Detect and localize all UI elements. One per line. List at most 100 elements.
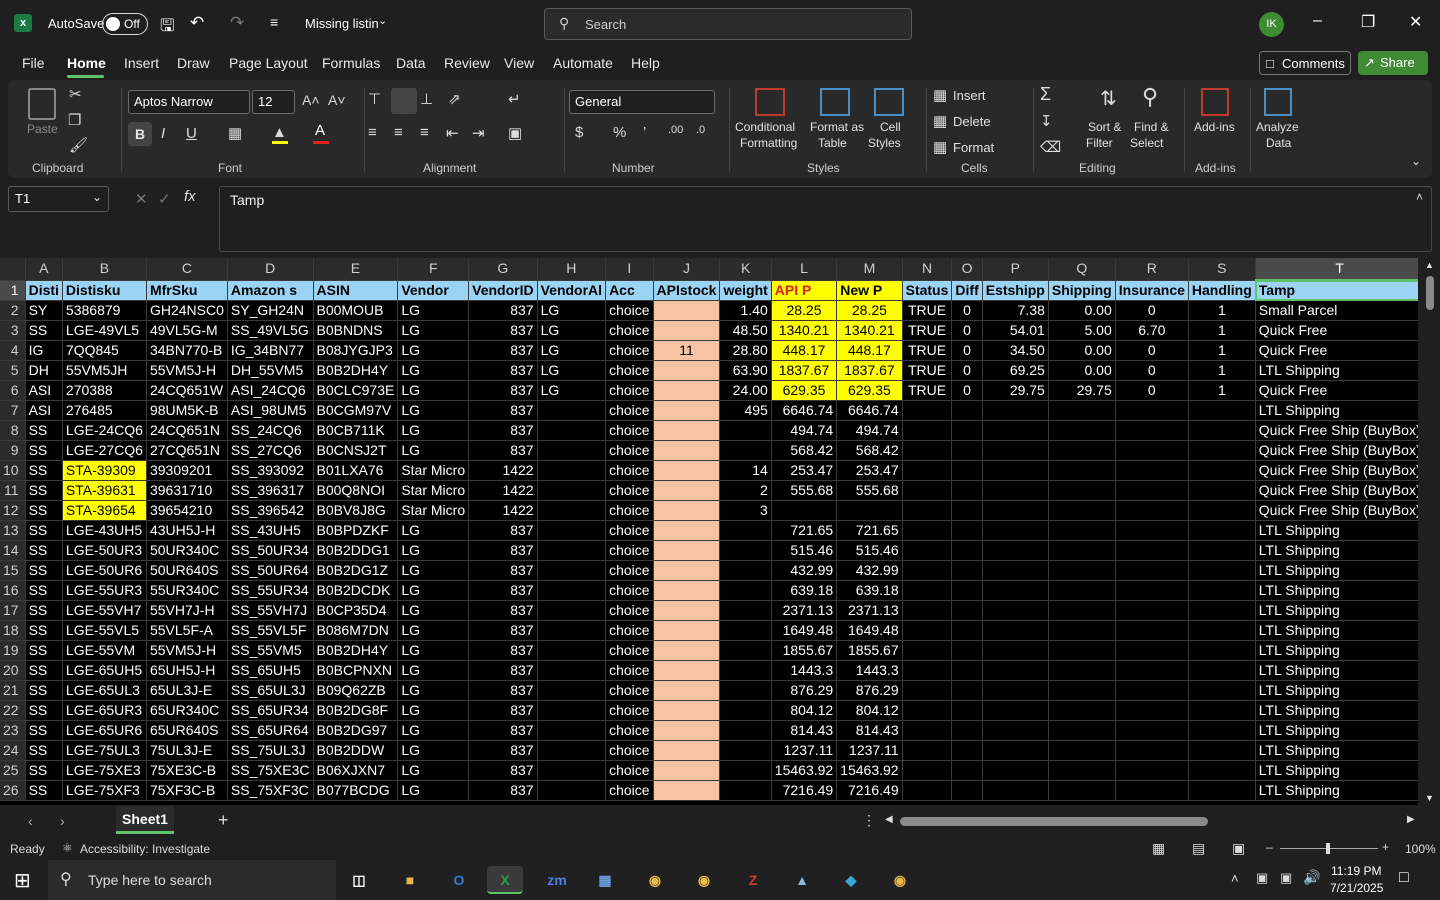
cell-styles-label[interactable]: Cell [880,120,901,134]
cell-r20[interactable] [1115,660,1189,681]
cell-m11[interactable]: 555.68 [836,480,903,501]
cell-g6[interactable]: 837 [468,380,538,401]
cell-p10[interactable] [982,460,1049,481]
cell-r23[interactable] [1115,720,1189,741]
cell-a25[interactable]: SS [25,760,63,781]
cell-e22[interactable]: B0B2DG8F [313,700,399,721]
cell-e16[interactable]: B0B2DCDK [313,580,399,601]
header-cell-b[interactable]: Distisku [62,280,147,301]
wrap-text-icon[interactable]: ↵ [508,90,521,108]
cell-h11[interactable] [537,480,607,501]
cell-n3[interactable]: TRUE [902,320,953,341]
cell-f13[interactable]: LG [397,520,470,541]
find-select-label-2[interactable]: Select [1130,136,1163,150]
cell-h4[interactable]: LG [537,340,607,361]
cell-c22[interactable]: 65UR340C [146,700,228,721]
cell-j2[interactable] [653,300,721,321]
cell-g14[interactable]: 837 [468,540,538,561]
cell-h7[interactable] [537,400,607,421]
cell-c9[interactable]: 27CQ651N [146,440,228,461]
cell-t23[interactable]: LTL Shipping [1255,720,1418,741]
cell-c17[interactable]: 55VH7J-H [146,600,228,621]
cell-e24[interactable]: B0B2DDW [313,740,399,761]
cell-l22[interactable]: 804.12 [771,700,838,721]
row-header-18[interactable]: 18 [0,620,26,641]
cell-s10[interactable] [1188,460,1256,481]
cell-b4[interactable]: 7QQ845 [62,340,147,361]
cell-s20[interactable] [1188,660,1256,681]
cell-h14[interactable] [537,540,607,561]
row-header-14[interactable]: 14 [0,540,26,561]
normal-view-icon[interactable]: ▦ [1152,840,1165,857]
sheet-tab-sheet1[interactable]: Sheet1 [116,806,174,834]
cell-p8[interactable] [982,420,1049,441]
cell-a7[interactable]: ASI [25,400,63,421]
cell-c6[interactable]: 24CQ651W [146,380,228,401]
cell-m3[interactable]: 1340.21 [836,320,903,341]
cell-i22[interactable]: choice [605,700,654,721]
row-header-15[interactable]: 15 [0,560,26,581]
cell-k26[interactable] [719,780,772,801]
analyze-data-label-2[interactable]: Data [1266,136,1291,150]
align-top-icon[interactable]: ⊤ [368,90,381,108]
cell-e2[interactable]: B00MOUB [313,300,399,321]
cell-e3[interactable]: B0BNDNS [313,320,399,341]
cell-i8[interactable]: choice [605,420,654,441]
cell-r13[interactable] [1115,520,1189,541]
cell-q21[interactable] [1048,680,1116,701]
cell-k3[interactable]: 48.50 [719,320,772,341]
expand-formula-bar-icon[interactable]: ˄ [1416,190,1423,204]
file-explorer-icon[interactable]: ■ [392,866,428,894]
header-cell-e[interactable]: ASIN [313,280,399,301]
cell-b17[interactable]: LGE-55VH7 [62,600,147,621]
cell-l8[interactable]: 494.74 [771,420,838,441]
cell-t25[interactable]: LTL Shipping [1255,760,1418,781]
cell-o10[interactable] [951,460,983,481]
cell-c16[interactable]: 55UR340C [146,580,228,601]
cell-g4[interactable]: 837 [468,340,538,361]
menu-file[interactable]: File [22,55,45,71]
cell-i25[interactable]: choice [605,760,654,781]
cell-p22[interactable] [982,700,1049,721]
cell-a10[interactable]: SS [25,460,63,481]
row-header-21[interactable]: 21 [0,680,26,701]
cell-i24[interactable]: choice [605,740,654,761]
decrease-decimal-icon[interactable]: .0 [696,124,705,136]
align-left-icon[interactable]: ≡ [368,124,377,141]
cell-f19[interactable]: LG [397,640,470,661]
cell-d2[interactable]: SY_GH24N [227,300,314,321]
cell-j23[interactable] [653,720,721,741]
cell-t18[interactable]: LTL Shipping [1255,620,1418,641]
add-sheet-icon[interactable]: + [218,810,229,831]
cell-o7[interactable] [951,400,983,421]
cell-s7[interactable] [1188,400,1256,421]
cell-p25[interactable] [982,760,1049,781]
cell-a24[interactable]: SS [25,740,63,761]
cell-s9[interactable] [1188,440,1256,461]
cell-m18[interactable]: 1649.48 [836,620,903,641]
cell-t9[interactable]: Quick Free Ship (BuyBox) [1255,440,1418,461]
cell-e14[interactable]: B0B2DDG1 [313,540,399,561]
cell-r14[interactable] [1115,540,1189,561]
sort-filter-icon[interactable]: ⇅ [1100,86,1117,111]
cell-c21[interactable]: 65UL3J-E [146,680,228,701]
cell-t26[interactable]: LTL Shipping [1255,780,1418,801]
cell-h16[interactable] [537,580,607,601]
cell-e15[interactable]: B0B2DG1Z [313,560,399,581]
header-cell-j[interactable]: APIstock [653,280,721,301]
header-cell-d[interactable]: Amazon s [227,280,314,301]
task-view-icon[interactable]: ◫ [341,866,377,894]
cell-l23[interactable]: 814.43 [771,720,838,741]
accessibility-status[interactable]: Accessibility: Investigate [80,842,210,856]
cell-q16[interactable] [1048,580,1116,601]
column-header-a[interactable]: A [25,258,63,281]
cell-e25[interactable]: B06XJXN7 [313,760,399,781]
cell-d15[interactable]: SS_50UR64 [227,560,314,581]
cell-d11[interactable]: SS_396317 [227,480,314,501]
cell-s5[interactable]: 1 [1188,360,1256,381]
cell-l26[interactable]: 7216.49 [771,780,838,801]
cell-m15[interactable]: 432.99 [836,560,903,581]
cell-s14[interactable] [1188,540,1256,561]
select-all-corner[interactable] [0,258,26,281]
cell-s19[interactable] [1188,640,1256,661]
